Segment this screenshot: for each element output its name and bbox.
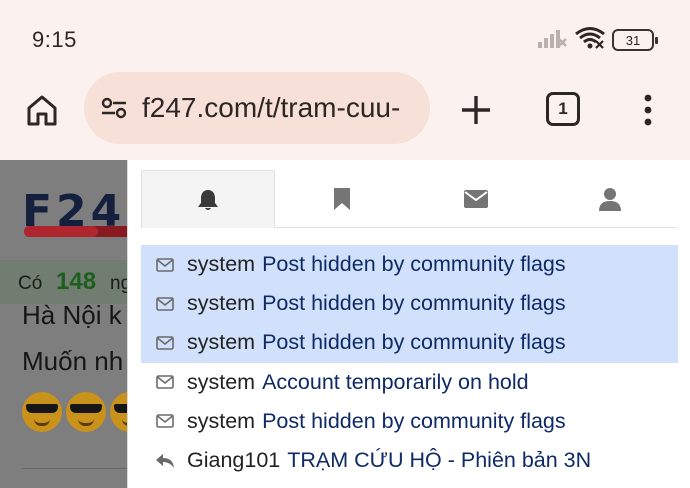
notification-item[interactable]: system Post hidden by community flags: [141, 402, 678, 441]
status-bar: 9:15 31: [0, 0, 690, 78]
notification-title: Post hidden by community flags: [262, 291, 566, 316]
notification-list: system Post hidden by community flags sy…: [141, 245, 678, 480]
notification-user: system: [187, 369, 256, 394]
signal-icon: [536, 27, 568, 54]
home-button[interactable]: [22, 90, 62, 130]
user-menu-tabs: [141, 170, 677, 228]
tab-profile[interactable]: [543, 170, 677, 228]
status-icons: 31: [536, 26, 658, 55]
envelope-icon: [155, 372, 175, 392]
home-icon: [27, 95, 57, 126]
user-menu-dropdown: system Post hidden by community flags sy…: [127, 160, 690, 488]
online-prefix: Có: [18, 273, 43, 294]
notification-item[interactable]: system Post hidden by community flags: [141, 323, 678, 363]
url-bar[interactable]: f247.com/t/tram-cuu-: [84, 72, 430, 144]
bookmark-icon: [334, 188, 350, 210]
post-text-line: Hà Nội k: [22, 300, 122, 330]
more-vert-icon: [644, 94, 652, 126]
bell-icon: [198, 189, 218, 210]
notification-item[interactable]: Giang101 TRẠM CỨU HỘ - Phiên bản 3N: [141, 441, 678, 480]
notification-user: system: [187, 291, 256, 316]
plus-icon: [462, 96, 490, 124]
user-icon: [599, 188, 621, 211]
tab-switcher-button[interactable]: 1: [546, 92, 580, 126]
tab-bookmarks[interactable]: [275, 170, 409, 228]
notification-item[interactable]: system Post hidden by community flags: [141, 245, 678, 285]
status-time: 9:15: [32, 27, 77, 52]
envelope-icon: [464, 190, 488, 208]
notification-title: Post hidden by community flags: [262, 252, 566, 277]
more-menu-button[interactable]: [632, 90, 664, 130]
reply-icon: [155, 451, 175, 471]
url-text: f247.com/t/tram-cuu-: [142, 92, 401, 123]
notification-title: TRẠM CỨU HỘ - Phiên bản 3N: [287, 448, 592, 473]
notification-user: system: [187, 252, 256, 277]
envelope-icon: [155, 294, 175, 314]
notification-title: Post hidden by community flags: [262, 330, 566, 355]
online-count: 148: [56, 268, 97, 295]
site-settings-icon[interactable]: [98, 92, 130, 124]
post-text-line: Muốn nh: [22, 346, 124, 376]
tab-messages[interactable]: [409, 170, 543, 228]
notification-item[interactable]: system Account temporarily on hold: [141, 363, 678, 402]
divider: [22, 468, 132, 469]
new-tab-button[interactable]: [456, 90, 496, 130]
browser-toolbar: f247.com/t/tram-cuu- 1: [0, 72, 690, 160]
notification-title: Post hidden by community flags: [262, 408, 566, 433]
notification-title: Account temporarily on hold: [262, 369, 529, 394]
envelope-icon: [155, 411, 175, 431]
logo-underline-accent: [24, 226, 98, 237]
notification-user: Giang101: [187, 448, 281, 473]
notification-user: system: [187, 408, 256, 433]
notification-item[interactable]: system Post hidden by community flags: [141, 284, 678, 324]
battery-icon: 31: [612, 29, 658, 51]
tab-notifications[interactable]: [141, 170, 275, 228]
sunglasses-emoji-icon: [66, 392, 106, 432]
notification-user: system: [187, 330, 256, 355]
wifi-icon: [574, 26, 606, 55]
envelope-icon: [155, 255, 175, 275]
sunglasses-emoji-icon: [22, 392, 62, 432]
envelope-icon: [155, 333, 175, 353]
